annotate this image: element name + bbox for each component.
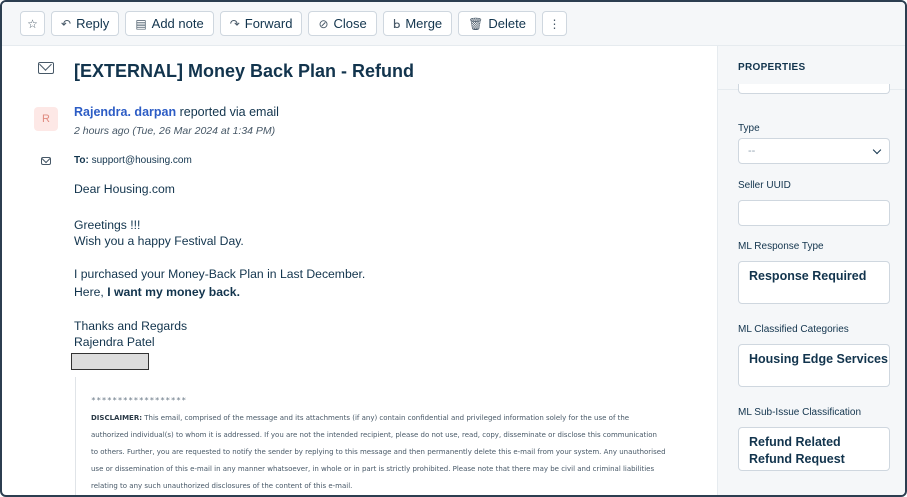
ticket-subject: [EXTERNAL] Money Back Plan - Refund: [74, 61, 415, 81]
reply-button[interactable]: ↶ Reply: [51, 11, 120, 36]
subject-icon-wrap: [38, 62, 54, 74]
conversation-pane: [EXTERNAL] Money Back Plan - Refund R Ra…: [20, 46, 717, 495]
ml-response-type-value: Response Required: [749, 269, 867, 283]
email-line: I purchased your Money-Back Plan in Last…: [74, 267, 366, 281]
sender-suffix: reported via email: [179, 105, 279, 119]
reply-icon: ↶: [61, 16, 72, 31]
type-label: Type: [738, 123, 760, 134]
ml-response-type-label: ML Response Type: [738, 241, 824, 252]
disclaimer-label: DISCLAIMER:: [91, 414, 143, 422]
reply-label: Reply: [76, 16, 110, 31]
merge-icon: ᖯ: [392, 16, 401, 31]
email-line: Here, I want my money back.: [74, 284, 240, 301]
more-button[interactable]: ⋮: [541, 11, 567, 36]
to-label: To:: [74, 155, 89, 166]
disclaimer-stars: ******************: [91, 396, 187, 405]
check-circle-icon: ⊘: [318, 16, 329, 31]
disclaimer-body: This email, comprised of the message and…: [91, 414, 666, 490]
disclaimer-block: ****************** DISCLAIMER: This emai…: [75, 377, 715, 495]
ml-subissue-value: Refund Related Refund Request: [749, 434, 845, 468]
ml-classified-field[interactable]: Housing Edge Services: [738, 344, 890, 387]
forward-label: Forward: [244, 16, 293, 31]
email-line: Thanks and Regards: [74, 319, 188, 333]
ml-subissue-label: ML Sub-Issue Classification: [738, 407, 862, 418]
to-line: To: support@housing.com: [74, 155, 192, 166]
to-email-icon: [41, 157, 51, 165]
star-button[interactable]: ☆: [20, 11, 45, 36]
ticket-window: ☆ ↶ Reply ▤ Add note ↷ Forward ⊘ Close ᖯ…: [0, 0, 907, 497]
ml-subissue-line: Refund Request: [749, 452, 845, 466]
delete-label: Delete: [488, 16, 526, 31]
type-select[interactable]: --: [738, 138, 890, 164]
forward-button[interactable]: ↷ Forward: [219, 11, 303, 36]
ml-classified-value: Housing Edge Services: [749, 352, 888, 366]
to-email-icon-wrap: [41, 157, 51, 165]
email-line-bold: I want my money back.: [107, 285, 240, 299]
trash-icon: 🗑: [468, 16, 484, 31]
type-select-value: --: [748, 145, 756, 157]
delete-button[interactable]: 🗑 Delete: [458, 11, 536, 36]
toolbar: ☆ ↶ Reply ▤ Add note ↷ Forward ⊘ Close ᖯ…: [2, 2, 905, 46]
merge-label: Merge: [405, 16, 443, 31]
email-line: Dear Housing.com: [74, 182, 175, 196]
email-line: Wish you a happy Festival Day.: [74, 234, 244, 248]
forward-icon: ↷: [229, 16, 240, 31]
merge-button[interactable]: ᖯ Merge: [382, 11, 453, 36]
timestamp: 2 hours ago (Tue, 26 Mar 2024 at 1:34 PM…: [74, 125, 276, 137]
ml-classified-label: ML Classified Categories: [738, 324, 849, 335]
star-icon: ☆: [27, 16, 38, 31]
more-vertical-icon: ⋮: [548, 16, 561, 31]
properties-panel: PROPERTIES Type -- Seller UUID ML Respon…: [717, 46, 905, 495]
properties-title: PROPERTIES: [738, 62, 806, 73]
ml-response-type-field[interactable]: Response Required: [738, 261, 890, 304]
email-line-prefix: Here,: [74, 285, 108, 299]
sender-line: Rajendra. darpan reported via email: [74, 105, 279, 119]
email-icon: [38, 62, 54, 74]
add-note-label: Add note: [151, 16, 204, 31]
to-address: support@housing.com: [91, 155, 192, 166]
close-label: Close: [333, 16, 367, 31]
email-line: Rajendra Patel: [74, 335, 155, 349]
ml-subissue-field[interactable]: Refund Related Refund Request: [738, 427, 890, 471]
seller-uuid-input[interactable]: [738, 200, 890, 226]
ml-subissue-line: Refund Related: [749, 435, 841, 449]
close-button[interactable]: ⊘ Close: [308, 11, 377, 36]
add-note-button[interactable]: ▤ Add note: [125, 11, 214, 36]
email-line: Greetings !!!: [74, 218, 141, 232]
seller-uuid-label: Seller UUID: [738, 180, 791, 191]
note-icon: ▤: [135, 16, 147, 31]
chevron-down-icon: [872, 145, 882, 155]
previous-field-input[interactable]: [738, 84, 890, 94]
avatar: R: [34, 107, 58, 131]
disclaimer-text: DISCLAIMER: This email, comprised of the…: [91, 410, 666, 495]
sender-name-link[interactable]: Rajendra. darpan: [74, 105, 176, 119]
redacted-signature: [71, 353, 149, 370]
